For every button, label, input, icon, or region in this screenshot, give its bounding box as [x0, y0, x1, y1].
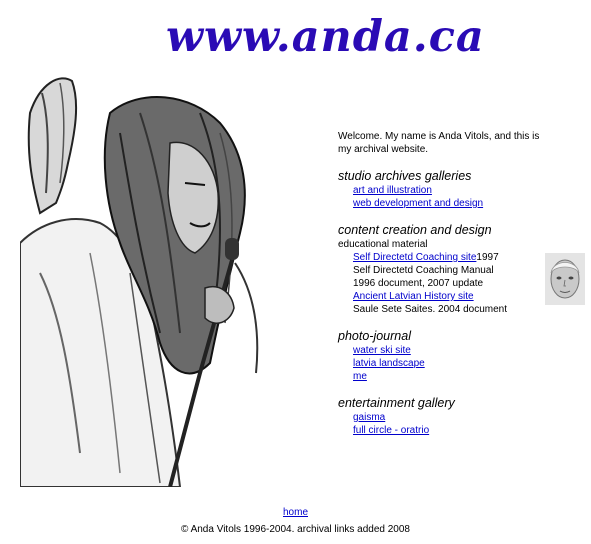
home-nav: home [0, 507, 591, 518]
entertainment-section: entertainment gallery gaisma full circle… [338, 396, 543, 437]
studio-section: studio archives galleries art and illust… [338, 169, 543, 210]
logo-text: www.anda.ca [166, 12, 485, 62]
web-development-link[interactable]: web development and design [353, 198, 483, 209]
latvian-history-link[interactable]: Ancient Latvian History site [353, 291, 474, 302]
gaisma-link[interactable]: gaisma [353, 412, 385, 423]
content-creation-section: content creation and design educational … [338, 223, 543, 316]
me-link[interactable]: me [353, 371, 367, 382]
home-link[interactable]: home [283, 507, 308, 518]
latvian-history-desc: Saule Sete Saites. 2004 document [353, 304, 507, 315]
water-ski-link[interactable]: water ski site [353, 345, 411, 356]
studio-title: studio archives galleries [338, 169, 472, 183]
welcome-text: Welcome. My name is Anda Vitols, and thi… [338, 131, 540, 155]
content-column: Welcome. My name is Anda Vitols, and thi… [338, 130, 543, 437]
coaching-manual-desc: Self Directetd Coaching Manual [353, 265, 494, 276]
self-directed-coaching-link[interactable]: Self Directetd Coaching site [353, 252, 476, 263]
entertainment-title: entertainment gallery [338, 396, 455, 410]
site-logo: www.anda.ca [166, 12, 485, 62]
latvia-landscape-link[interactable]: latvia landscape [353, 358, 425, 369]
educational-material-label: educational material [338, 239, 428, 250]
art-illustration-link[interactable]: art and illustration [353, 185, 432, 196]
content-creation-title: content creation and design [338, 223, 492, 237]
photo-journal-title: photo-journal [338, 329, 411, 343]
singer-sketch-image [20, 73, 272, 487]
full-circle-link[interactable]: full circle - oratrio [353, 425, 429, 436]
photo-journal-section: photo-journal water ski site latvia land… [338, 329, 543, 383]
coaching-year: 1997 [476, 252, 499, 263]
coaching-document-desc: 1996 document, 2007 update [353, 278, 484, 289]
copyright-footer: © Anda Vitols 1996-2004. archival links … [180, 524, 410, 535]
portrait-photo [545, 253, 585, 305]
